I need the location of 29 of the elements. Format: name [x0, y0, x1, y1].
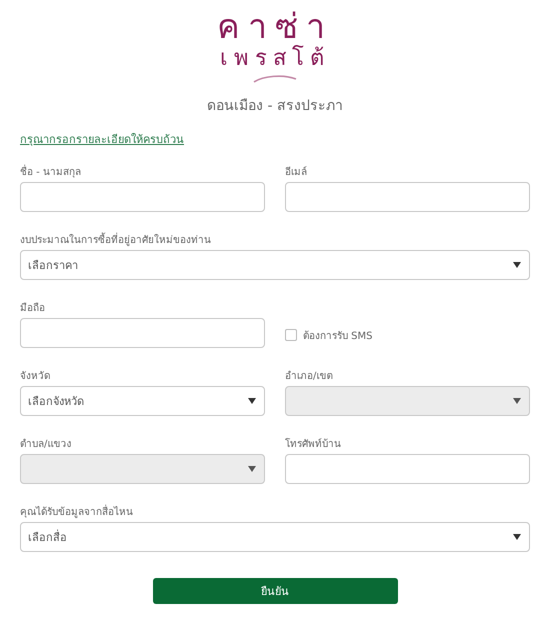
field-label: ตำบล/แขวง	[20, 438, 72, 451]
input-field[interactable]	[285, 454, 530, 484]
input-field[interactable]	[20, 182, 265, 212]
field-label: มือถือ	[20, 302, 45, 315]
instruction-link[interactable]: กรุณากรอกรายละเอียดให้ครบถ้วน	[20, 130, 184, 148]
field-label: อีเมล์	[285, 165, 307, 179]
field-label: โทรศัพท์บ้าน	[285, 437, 341, 451]
caret-icon	[513, 262, 521, 268]
caret-icon	[248, 466, 256, 472]
field-label: ชื่อ - นามสกุล	[20, 164, 81, 179]
field-label: อำเภอ/เขต	[285, 370, 332, 383]
caret-icon	[248, 398, 256, 404]
swoosh-icon	[253, 74, 297, 84]
submit-button[interactable]: ยืนยัน	[152, 578, 398, 604]
logo-text: คาซ่า	[217, 8, 333, 46]
field-label: คุณได้รับข้อมูลจากสื่อไหน	[20, 504, 133, 519]
dropdown[interactable]: เลือกสื่อ	[20, 522, 530, 552]
field-label: งบประมาณในการซื้อที่อยู่อาศัยใหม่ของท่าน	[20, 232, 211, 247]
logo-text: เพรสโต้	[220, 46, 330, 72]
checkbox[interactable]	[285, 329, 297, 341]
caret-icon	[513, 398, 521, 404]
checkbox-label: ต้องการรับ SMS	[303, 330, 373, 342]
field-label: จังหวัด	[20, 370, 50, 383]
dropdown[interactable]: เลือกราคา	[20, 250, 530, 280]
dropdown[interactable]: เลือกจังหวัด	[20, 386, 265, 416]
caret-icon	[513, 534, 521, 540]
input-field[interactable]	[285, 182, 530, 212]
subtitle: ดอนเมือง - สรงประภา	[207, 97, 343, 116]
input-field[interactable]	[20, 318, 265, 348]
